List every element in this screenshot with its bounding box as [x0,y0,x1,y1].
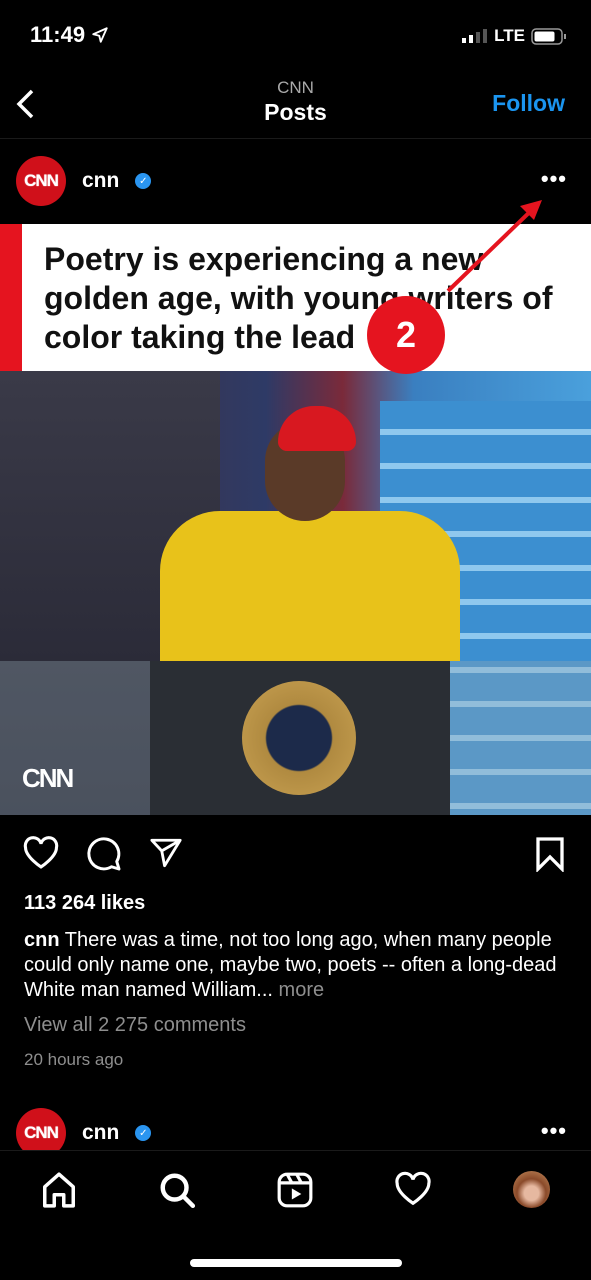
reels-icon[interactable] [276,1171,314,1209]
verified-icon: ✓ [135,173,152,189]
username[interactable]: cnn [82,169,119,193]
signal-icon [462,29,488,43]
share-icon[interactable] [148,836,184,870]
more-options-icon[interactable]: ••• [541,166,567,192]
banner-accent [0,224,22,371]
annotation-arrow [446,200,542,293]
caption-username[interactable]: cnn [24,929,60,951]
likes-count[interactable]: 113 264 likes [24,892,145,915]
network-label: LTE [494,26,525,45]
profile-avatar[interactable] [513,1171,550,1208]
comment-icon[interactable] [86,836,122,872]
post-timestamp: 20 hours ago [24,1050,124,1069]
time-text: 11:49 [30,22,86,47]
home-indicator[interactable] [190,1259,402,1267]
more-options-icon[interactable]: ••• [541,1118,567,1144]
divider [0,138,591,139]
view-comments-link[interactable]: View all 2 275 comments [24,1014,246,1037]
post-image[interactable]: CNN [0,371,591,815]
more-link[interactable]: more [279,979,325,1001]
location-arrow-icon [92,27,108,43]
post-header: CNN cnn ✓ [16,156,152,206]
avatar[interactable]: CNN [16,156,66,206]
battery-icon [531,27,566,45]
activity-heart-icon[interactable] [394,1171,432,1207]
bookmark-icon[interactable] [534,836,566,872]
verified-icon: ✓ [135,1125,152,1141]
status-right: LTE [462,26,567,46]
annotation-step-badge: 2 [367,296,445,374]
like-heart-icon[interactable] [22,836,60,870]
follow-button[interactable]: Follow [492,90,565,117]
cnn-watermark: CNN [22,763,74,793]
caption: cnn There was a time, not too long ago, … [24,928,569,1003]
presidential-seal [242,681,356,795]
username[interactable]: cnn [82,1121,119,1145]
search-icon[interactable] [158,1171,196,1209]
status-time: 11:49 [30,22,109,48]
home-icon[interactable] [40,1171,78,1209]
